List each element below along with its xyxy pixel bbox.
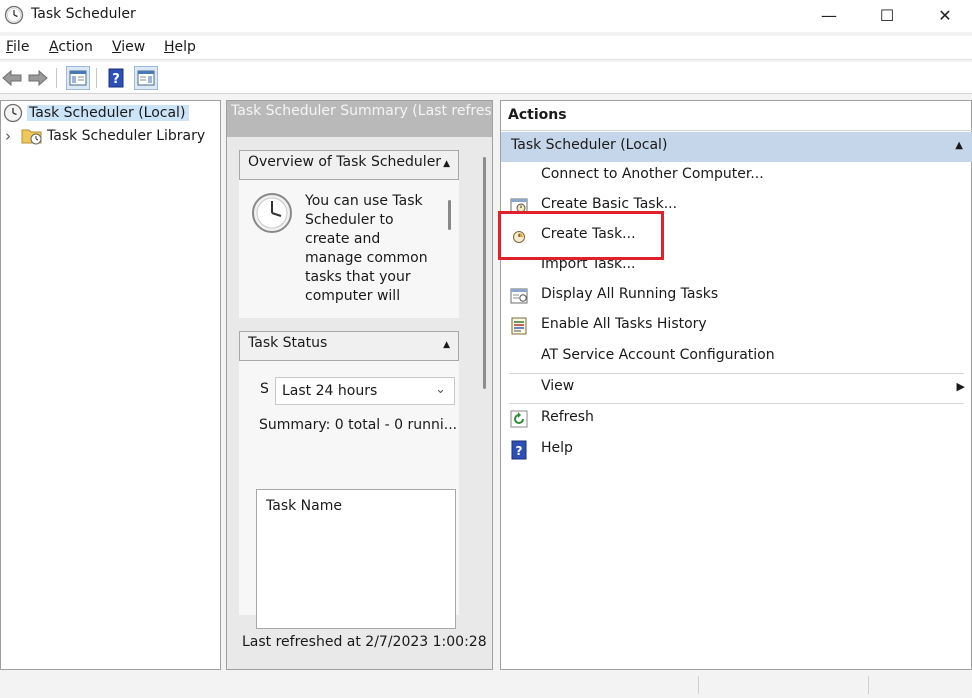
action-label: Refresh (541, 409, 594, 425)
action-enable-all-tasks-history[interactable]: Enable All Tasks History (501, 312, 972, 340)
overview-section-header[interactable]: Overview of Task Scheduler ▲ (239, 150, 459, 180)
menu-help-accel: H (164, 39, 175, 55)
actions-pane: Actions Task Scheduler (Local) ▲ Connect… (500, 100, 972, 670)
menu-action-accel: A (49, 39, 59, 55)
action-view[interactable]: View ▶ (501, 374, 972, 402)
close-button[interactable]: ✕ (916, 0, 972, 30)
overview-section-body: You can use Task Scheduler to create and… (239, 180, 459, 318)
refresh-icon (510, 410, 528, 428)
status-period-select[interactable]: Last 24 hours ⌄ (275, 377, 455, 405)
action-refresh[interactable]: Refresh (501, 405, 972, 433)
status-divider (698, 676, 699, 694)
overview-clock-icon (252, 193, 292, 233)
menu-help[interactable]: Help (164, 39, 196, 55)
action-display-all-running-tasks[interactable]: Display All Running Tasks (501, 282, 972, 310)
help-book-icon: ? (108, 68, 124, 88)
svg-text:?: ? (516, 444, 523, 458)
history-icon (511, 317, 527, 335)
menu-view-rest: iew (121, 39, 146, 55)
minimize-button[interactable]: — (800, 0, 858, 30)
task-status-section-header[interactable]: Task Status ▲ (239, 331, 459, 361)
svg-text:?: ? (112, 72, 120, 87)
console-tree-icon (69, 70, 87, 86)
summary-pane-scrollbar[interactable] (483, 157, 486, 389)
menu-help-rest: elp (174, 39, 196, 55)
action-label: Connect to Another Computer... (541, 166, 764, 182)
help-toolbar-button[interactable]: ? (104, 66, 128, 90)
help-icon: ? (511, 440, 527, 460)
action-help[interactable]: ? Help (501, 436, 972, 464)
tree-item-task-scheduler-local[interactable]: Task Scheduler (Local) (1, 102, 190, 124)
summary-pane: Task Scheduler Summary (Last refreshed: … (226, 100, 493, 670)
title-bar: Task Scheduler — ☐ ✕ (0, 0, 972, 32)
menu-file-rest: ile (13, 39, 30, 55)
menu-view-accel: V (112, 39, 122, 55)
window-title: Task Scheduler (31, 6, 136, 22)
task-status-title: Task Status (248, 335, 328, 351)
overview-section-title: Overview of Task Scheduler (248, 154, 442, 170)
task-name-table[interactable]: Task Name (256, 489, 456, 629)
status-bar (0, 672, 972, 698)
action-label: View (541, 378, 575, 394)
clock-icon (3, 103, 23, 123)
summary-pane-header: Task Scheduler Summary (Last refreshed: (227, 101, 492, 137)
action-label: Display All Running Tasks (541, 286, 719, 302)
action-label: Help (541, 440, 573, 456)
actions-group-header[interactable]: Task Scheduler (Local) ▲ (501, 132, 972, 162)
action-label: AT Service Account Configuration (541, 347, 775, 363)
action-pane-icon (137, 70, 155, 86)
chevron-down-icon: ⌄ (435, 382, 446, 397)
status-filter-label: S (260, 381, 269, 397)
menu-view[interactable]: View (112, 39, 145, 55)
menu-file[interactable]: File (6, 39, 29, 55)
status-divider (868, 676, 869, 694)
action-at-service-account-configuration[interactable]: AT Service Account Configuration (501, 343, 972, 371)
show-hide-action-pane-button[interactable] (134, 66, 158, 90)
collapse-arrow-icon[interactable]: ▲ (955, 140, 963, 151)
action-label: Create Basic Task... (541, 196, 678, 212)
forward-arrow-icon (28, 69, 48, 87)
actions-group-title: Task Scheduler (Local) (511, 137, 668, 153)
expand-chevron-icon[interactable]: › (5, 127, 19, 145)
back-button[interactable] (0, 66, 24, 90)
toolbar-separator (96, 68, 97, 88)
submenu-arrow-icon: ▶ (956, 380, 965, 393)
status-period-value: Last 24 hours (282, 383, 378, 399)
menu-action-rest: ction (58, 39, 93, 55)
create-task-highlight-box (498, 211, 664, 260)
maximize-button[interactable]: ☐ (858, 0, 916, 30)
back-arrow-icon (2, 69, 22, 87)
menu-file-accel: F (6, 39, 14, 55)
running-tasks-icon (510, 288, 528, 304)
overview-scrollbar[interactable] (448, 200, 451, 230)
tree-item-label: Task Scheduler Library (47, 128, 206, 144)
menu-bar: File Action View Help (0, 36, 972, 60)
action-label: Enable All Tasks History (541, 316, 707, 332)
status-summary-text: Summary: 0 total - 0 runni... (259, 417, 458, 433)
menu-action[interactable]: Action (49, 39, 93, 55)
collapse-arrow-icon[interactable]: ▲ (443, 340, 450, 350)
folder-clock-icon (21, 129, 42, 145)
forward-button[interactable] (26, 66, 50, 90)
tree-item-label: Task Scheduler (Local) (27, 105, 190, 121)
tree-item-task-scheduler-library[interactable]: › Task Scheduler Library (5, 125, 205, 147)
overview-description: You can use Task Scheduler to create and… (305, 193, 428, 304)
show-hide-console-tree-button[interactable] (66, 66, 90, 90)
toolbar: ? (0, 62, 972, 94)
collapse-arrow-icon[interactable]: ▲ (443, 159, 450, 169)
actions-header: Actions (501, 101, 972, 131)
actions-separator (509, 403, 964, 404)
toolbar-separator (56, 68, 57, 88)
task-scheduler-clock-icon (4, 5, 24, 25)
last-refreshed-text: Last refreshed at 2/7/2023 1:00:28 PM (242, 634, 493, 650)
action-connect-to-another-computer[interactable]: Connect to Another Computer... (501, 162, 972, 190)
console-tree: Task Scheduler (Local) › Task Scheduler … (0, 100, 221, 670)
task-name-column-header[interactable]: Task Name (266, 498, 342, 514)
